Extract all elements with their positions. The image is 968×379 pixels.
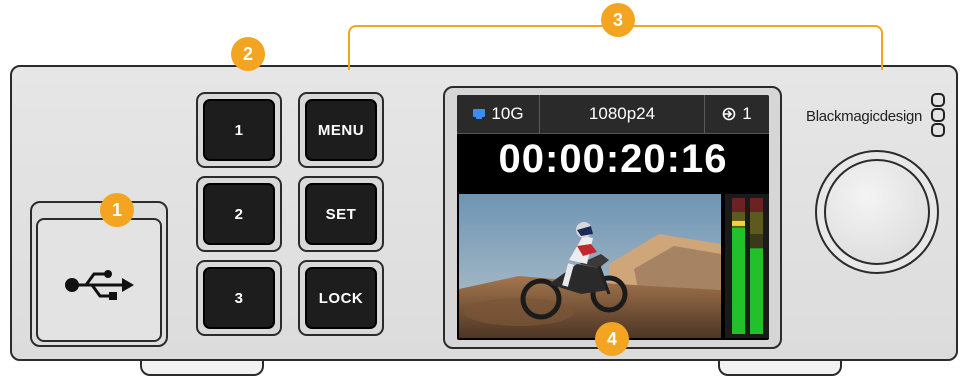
- callout-2: 2: [231, 37, 265, 71]
- network-speed: 10G: [491, 104, 524, 123]
- button-frame-2: 2: [196, 176, 282, 252]
- button-frame-3: 3: [196, 260, 282, 336]
- button-1[interactable]: 1: [203, 99, 275, 161]
- button-frame-1: 1: [196, 92, 282, 168]
- brand-logo-icon: [931, 93, 945, 137]
- video-preview: [459, 194, 721, 338]
- timecode: 00:00:20:16: [498, 137, 728, 181]
- lcd-screen: 10G 1080p24 1 00:00:20:16: [457, 95, 769, 340]
- lcd-status-bar: 10G 1080p24 1: [457, 95, 769, 134]
- lock-button[interactable]: LOCK: [305, 267, 377, 329]
- button-3[interactable]: 3: [203, 267, 275, 329]
- button-2[interactable]: 2: [203, 183, 275, 245]
- input-number: 1: [742, 104, 752, 123]
- callout-1: 1: [100, 193, 134, 227]
- set-button-frame: SET: [298, 176, 384, 252]
- network-status: 10G: [457, 95, 539, 133]
- input-icon: [722, 107, 736, 121]
- input-status: 1: [705, 95, 769, 133]
- audio-level-1: [732, 227, 745, 334]
- video-format: 1080p24: [540, 95, 704, 133]
- lock-button-frame: LOCK: [298, 260, 384, 336]
- callout-4: 4: [595, 322, 629, 356]
- search-dial[interactable]: [824, 159, 930, 265]
- menu-button-frame: MENU: [298, 92, 384, 168]
- brand-name: Blackmagicdesign: [806, 108, 923, 125]
- callout-3: 3: [601, 3, 635, 37]
- set-button[interactable]: SET: [305, 183, 377, 245]
- audio-peak-marker: [732, 220, 745, 226]
- audio-meters: [725, 194, 769, 338]
- audio-level-2: [750, 248, 763, 334]
- usb-icon: [65, 270, 134, 300]
- network-icon: [473, 109, 486, 119]
- video-format-label: 1080p24: [588, 104, 656, 123]
- menu-button[interactable]: MENU: [305, 99, 377, 161]
